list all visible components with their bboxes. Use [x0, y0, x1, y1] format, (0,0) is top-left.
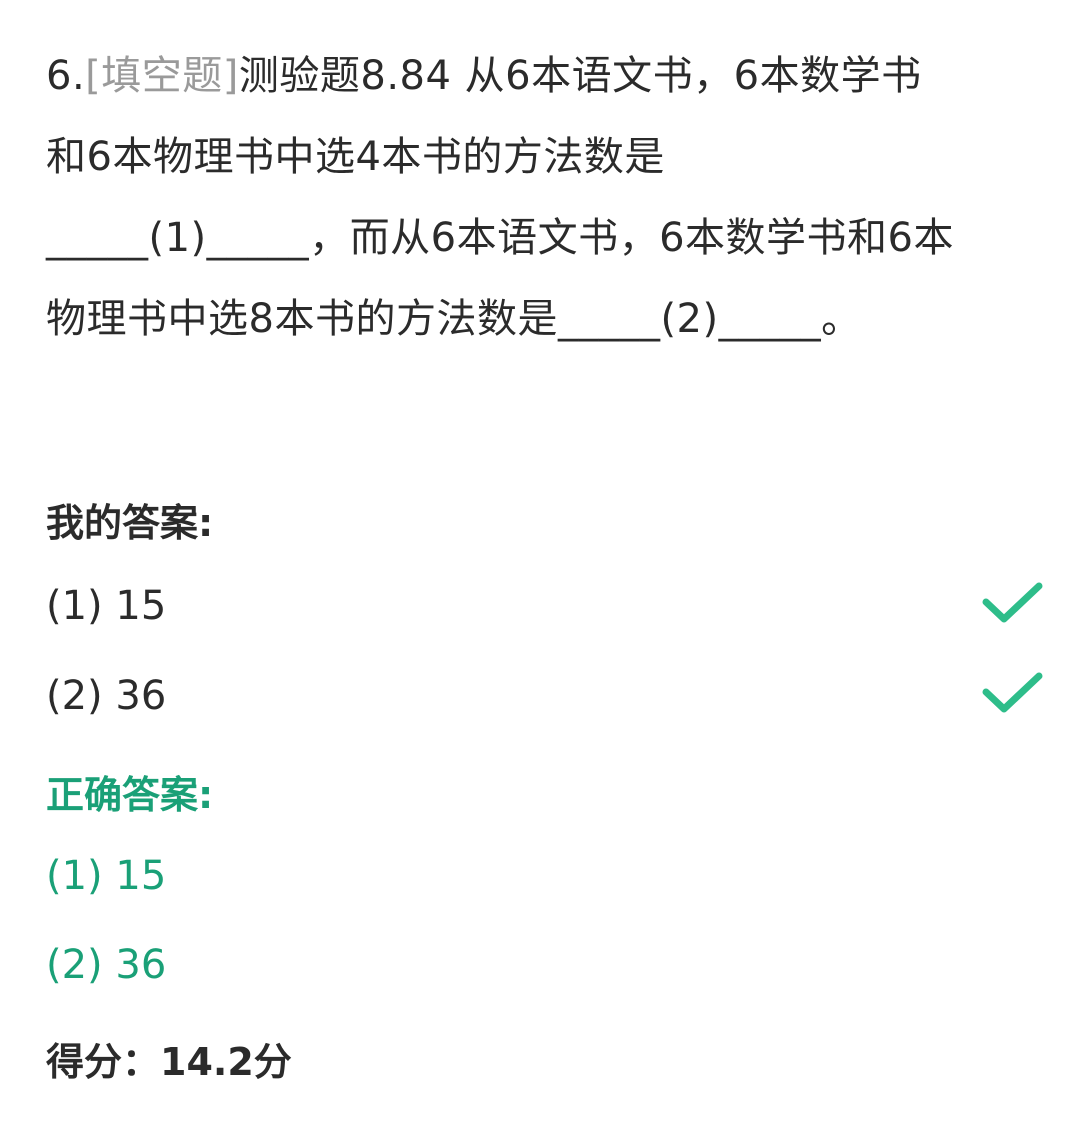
score-text: 得分：14.2分 — [46, 1040, 292, 1084]
correct-answer-item-2: (2) 36 — [46, 937, 1046, 993]
question-line-2: 和6本物理书中选4本书的方法数是 — [46, 134, 665, 180]
question-line-4: 物理书中选8本书的方法数是_____(2)_____。 — [46, 296, 862, 342]
question-type-tag: [填空题] — [85, 53, 239, 99]
check-icon — [982, 582, 1043, 623]
correct-answer-value: (2) 36 — [46, 942, 167, 988]
question-line-1: 6.[填空题]测验题8.84 从6本语文书，6本数学书 — [46, 36, 1046, 117]
my-answer-value: (2) 36 — [46, 673, 167, 719]
my-answer-item-2: (2) 36 — [46, 668, 1046, 724]
question-text: 6.[填空题]测验题8.84 从6本语文书，6本数学书 和6本物理书中选4本书的… — [46, 36, 1046, 360]
check-icon — [982, 672, 1043, 713]
question-number: 6. — [46, 53, 86, 99]
my-answer-value: (1) 15 — [46, 583, 167, 629]
correct-answer-item-1: (1) 15 — [46, 848, 1046, 904]
question-line-text: 测验题8.84 从6本语文书，6本数学书 — [238, 53, 922, 99]
my-answer-title: 我的答案: — [46, 501, 214, 545]
correct-answer-title: 正确答案: — [46, 773, 214, 817]
question-line-3: _____(1)_____，而从6本语文书，6本数学书和6本 — [46, 215, 955, 261]
correct-answer-value: (1) 15 — [46, 853, 167, 899]
my-answer-item-1: (1) 15 — [46, 578, 1046, 634]
